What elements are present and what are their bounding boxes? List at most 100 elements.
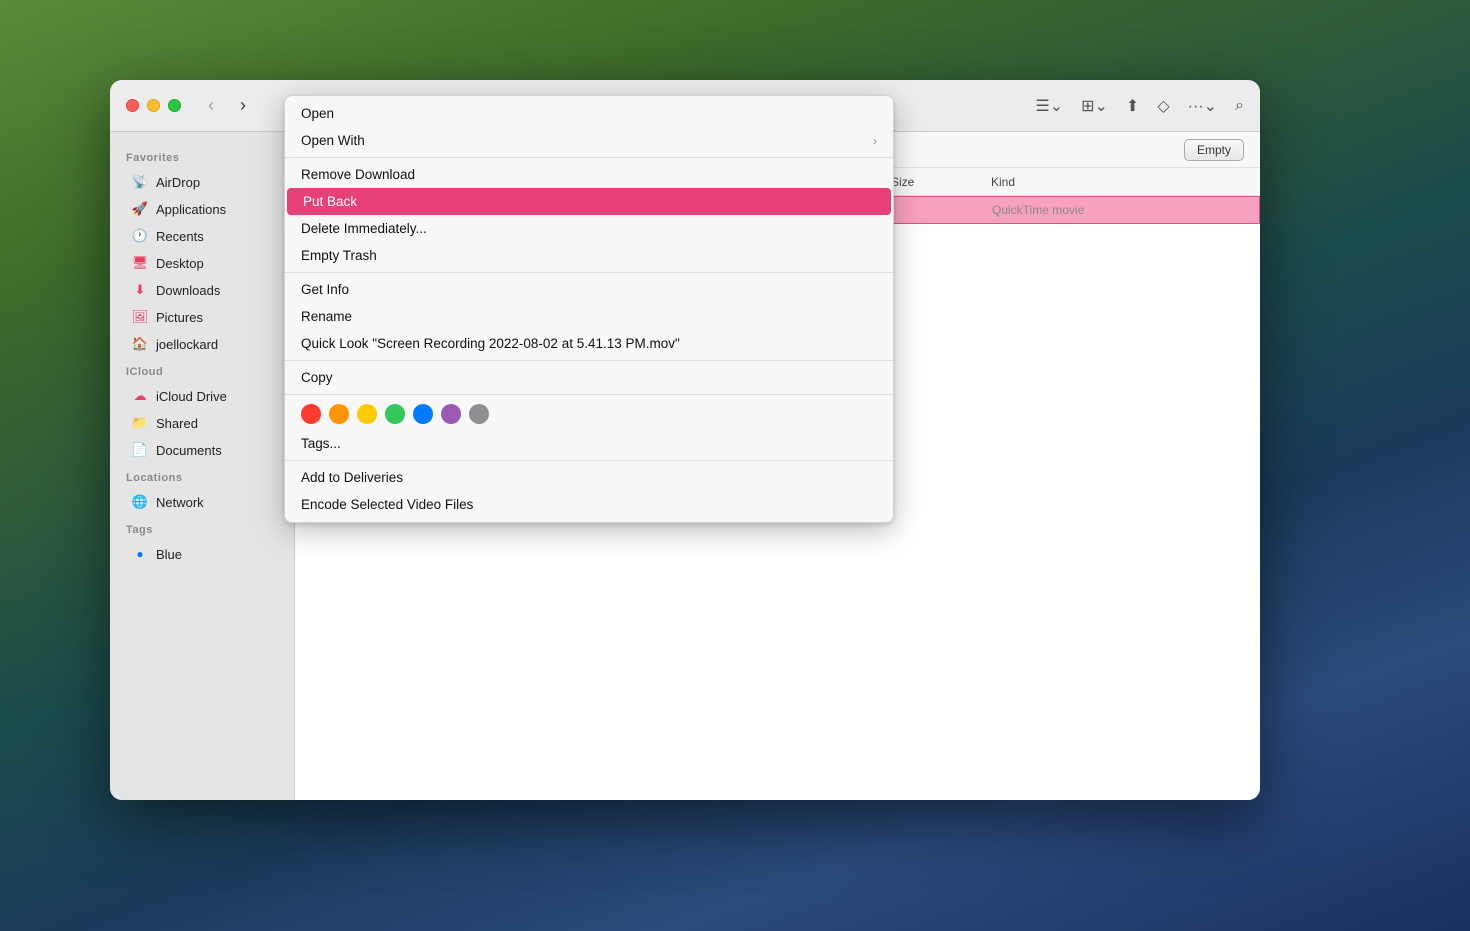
menu-item-label: Encode Selected Video Files (301, 497, 473, 512)
menu-separator (285, 394, 893, 395)
menu-separator (285, 460, 893, 461)
applications-icon: 🚀 (132, 201, 148, 217)
menu-item-encode-video[interactable]: Encode Selected Video Files (285, 491, 893, 518)
empty-button[interactable]: Empty (1184, 139, 1244, 161)
menu-item-delete-immediately[interactable]: Delete Immediately... (285, 215, 893, 242)
recents-icon: 🕐 (132, 228, 148, 244)
sidebar-item-label: AirDrop (156, 175, 200, 190)
menu-item-get-info[interactable]: Get Info (285, 276, 893, 303)
sidebar-item-label: Network (156, 495, 204, 510)
col-size-header[interactable]: Size (891, 175, 991, 189)
locations-label: Locations (110, 464, 294, 488)
col-kind-header[interactable]: Kind (991, 175, 1244, 189)
submenu-chevron-icon: › (873, 134, 877, 148)
sidebar-item-downloads[interactable]: ⬇ Downloads (116, 277, 288, 303)
minimize-button[interactable] (147, 99, 160, 112)
favorites-label: Favorites (110, 144, 294, 168)
blue-tag-icon: ● (132, 546, 148, 562)
maximize-button[interactable] (168, 99, 181, 112)
menu-item-empty-trash[interactable]: Empty Trash (285, 242, 893, 269)
sidebar-item-label: Shared (156, 416, 198, 431)
downloads-icon: ⬇ (132, 282, 148, 298)
toolbar-actions: ☰⌄ ⊞⌄ ⬆ ◇ ···⌄ ⌕ (1035, 96, 1244, 116)
color-dot-red[interactable] (301, 404, 321, 424)
color-dot-yellow[interactable] (357, 404, 377, 424)
color-dot-orange[interactable] (329, 404, 349, 424)
menu-item-label: Put Back (303, 194, 357, 209)
traffic-lights (126, 99, 181, 112)
shared-icon: 📁 (132, 415, 148, 431)
home-icon: 🏠 (132, 336, 148, 352)
menu-item-open-with[interactable]: Open With › (285, 127, 893, 154)
menu-item-label: Delete Immediately... (301, 221, 427, 236)
sidebar-item-label: Documents (156, 443, 222, 458)
sidebar-item-pictures[interactable]: 🖼 Pictures (116, 304, 288, 330)
sidebar-item-documents[interactable]: 📄 Documents (116, 437, 288, 463)
sidebar-item-label: iCloud Drive (156, 389, 227, 404)
icloud-label: iCloud (110, 358, 294, 382)
menu-item-label: Copy (301, 370, 333, 385)
sidebar-item-label: Applications (156, 202, 226, 217)
sidebar-item-label: Desktop (156, 256, 204, 271)
grid-view-icon[interactable]: ⊞⌄ (1081, 96, 1108, 116)
more-icon[interactable]: ···⌄ (1188, 96, 1217, 116)
desktop-icon: 🖥 (132, 255, 148, 271)
airdrop-icon: 📡 (132, 174, 148, 190)
menu-item-label: Add to Deliveries (301, 470, 403, 485)
search-icon[interactable]: ⌕ (1235, 97, 1244, 115)
sidebar-item-label: Recents (156, 229, 204, 244)
color-dot-green[interactable] (385, 404, 405, 424)
close-button[interactable] (126, 99, 139, 112)
menu-item-label: Rename (301, 309, 352, 324)
menu-separator (285, 272, 893, 273)
menu-item-label: Open (301, 106, 334, 121)
back-button[interactable]: ‹ (197, 92, 225, 120)
menu-item-add-to-deliveries[interactable]: Add to Deliveries (285, 464, 893, 491)
menu-separator (285, 157, 893, 158)
tags-label: Tags (110, 516, 294, 540)
sidebar-item-icloud-drive[interactable]: ☁ iCloud Drive (116, 383, 288, 409)
sidebar-item-label: Blue (156, 547, 182, 562)
menu-item-label: Empty Trash (301, 248, 377, 263)
color-dot-gray[interactable] (469, 404, 489, 424)
menu-item-label: Remove Download (301, 167, 415, 182)
menu-item-label: Open With (301, 133, 365, 148)
sidebar-item-applications[interactable]: 🚀 Applications (116, 196, 288, 222)
pictures-icon: 🖼 (132, 309, 148, 325)
sidebar-item-shared[interactable]: 📁 Shared (116, 410, 288, 436)
sidebar-item-label: Pictures (156, 310, 203, 325)
sidebar: Favorites 📡 AirDrop 🚀 Applications 🕐 Rec… (110, 132, 295, 800)
documents-icon: 📄 (132, 442, 148, 458)
menu-item-copy[interactable]: Copy (285, 364, 893, 391)
menu-item-rename[interactable]: Rename (285, 303, 893, 330)
sidebar-item-label: joellockard (156, 337, 218, 352)
menu-item-remove-download[interactable]: Remove Download (285, 161, 893, 188)
menu-item-put-back[interactable]: Put Back (287, 188, 891, 215)
context-menu: Open Open With › Remove Download Put Bac… (284, 95, 894, 523)
color-dots-row (285, 398, 893, 430)
sidebar-item-home[interactable]: 🏠 joellockard (116, 331, 288, 357)
sidebar-item-desktop[interactable]: 🖥 Desktop (116, 250, 288, 276)
menu-separator (285, 360, 893, 361)
nav-buttons: ‹ › (197, 92, 257, 120)
forward-button[interactable]: › (229, 92, 257, 120)
sidebar-item-network[interactable]: 🌐 Network (116, 489, 288, 515)
list-view-icon[interactable]: ☰⌄ (1035, 96, 1063, 116)
menu-item-label: Quick Look "Screen Recording 2022-08-02 … (301, 336, 680, 351)
file-kind: QuickTime movie (992, 203, 1243, 217)
share-icon[interactable]: ⬆ (1126, 96, 1139, 116)
sidebar-item-label: Downloads (156, 283, 220, 298)
menu-item-tags[interactable]: Tags... (285, 430, 893, 457)
menu-item-quick-look[interactable]: Quick Look "Screen Recording 2022-08-02 … (285, 330, 893, 357)
icloud-icon: ☁ (132, 388, 148, 404)
tag-icon[interactable]: ◇ (1157, 96, 1169, 116)
color-dot-purple[interactable] (441, 404, 461, 424)
sidebar-item-recents[interactable]: 🕐 Recents (116, 223, 288, 249)
color-dot-blue[interactable] (413, 404, 433, 424)
sidebar-item-airdrop[interactable]: 📡 AirDrop (116, 169, 288, 195)
network-icon: 🌐 (132, 494, 148, 510)
sidebar-item-blue-tag[interactable]: ● Blue (116, 541, 288, 567)
menu-item-label: Get Info (301, 282, 349, 297)
menu-item-open[interactable]: Open (285, 100, 893, 127)
menu-item-label: Tags... (301, 436, 341, 451)
